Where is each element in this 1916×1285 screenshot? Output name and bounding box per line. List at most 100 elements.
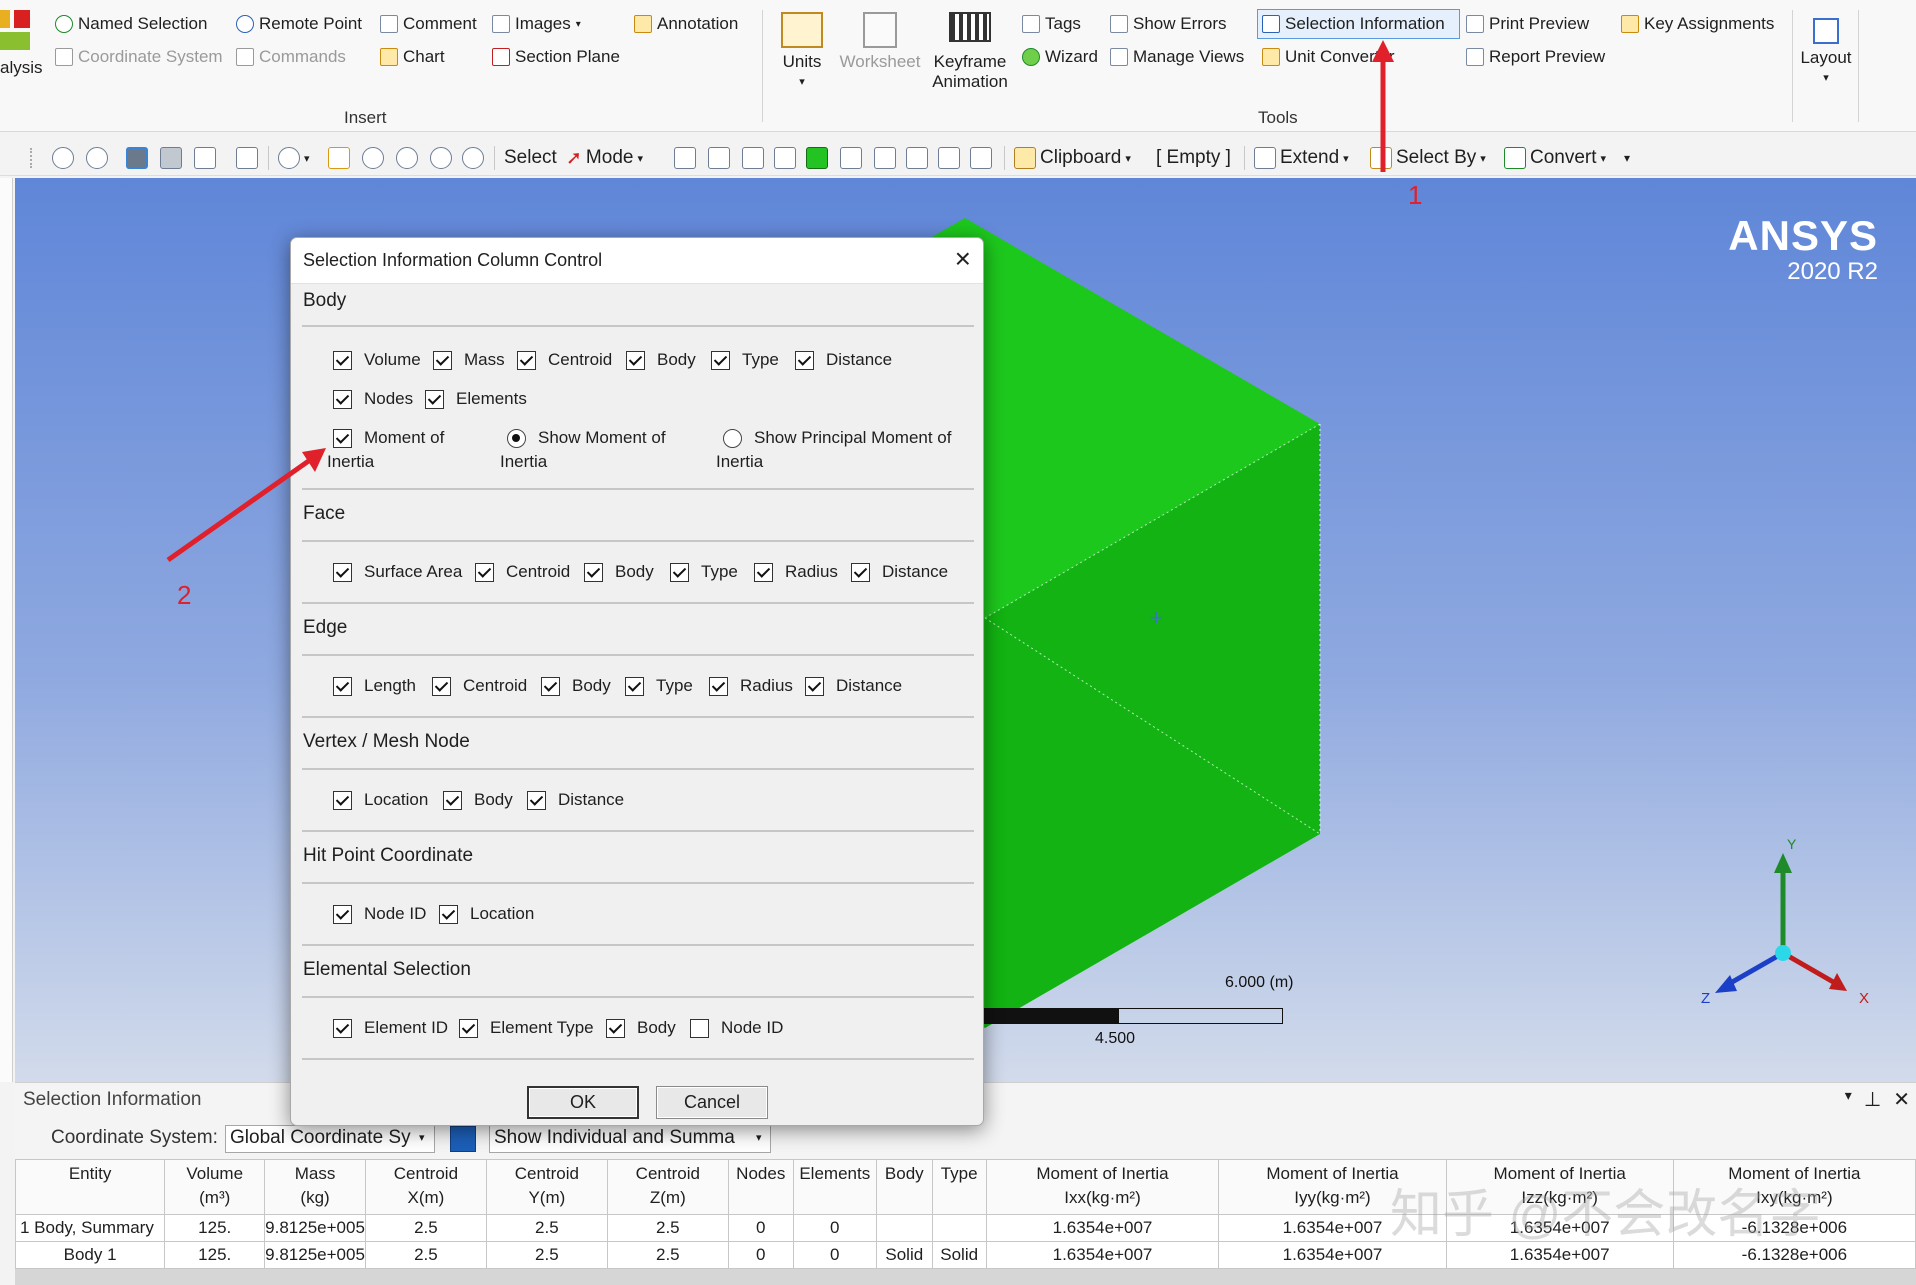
checkbox-body-body[interactable]: Body <box>626 350 696 370</box>
toolbar-overflow[interactable]: ▾ <box>1624 140 1630 176</box>
checkbox-face-radius[interactable]: Radius <box>754 562 838 582</box>
column-header[interactable]: Mass (kg) <box>264 1159 366 1215</box>
checkbox-checked[interactable] <box>333 904 352 924</box>
view-options-tool[interactable] <box>194 140 216 176</box>
checkbox-checked[interactable] <box>795 350 814 370</box>
checkbox-face-surface-area[interactable]: Surface Area <box>333 562 462 582</box>
table-row[interactable]: Body 1 125. 9.8125e+005 2.5 2.5 2.5 0 0 … <box>14 1241 1916 1269</box>
column-header[interactable]: Body <box>875 1159 933 1215</box>
select-element-tool[interactable] <box>906 140 928 176</box>
extend-button[interactable]: Extend ▾ <box>1254 140 1349 176</box>
column-header[interactable]: Entity <box>14 1159 166 1215</box>
column-header[interactable]: Type <box>931 1159 987 1215</box>
checkbox-element-body[interactable]: Body <box>606 1018 676 1038</box>
select-vertex-tool[interactable] <box>674 140 696 176</box>
rotate-tool[interactable]: ▾ <box>278 140 310 176</box>
checkbox-body-mass[interactable]: Mass <box>433 350 505 370</box>
select-edge-tool[interactable] <box>708 140 730 176</box>
zoom-tool[interactable] <box>362 140 384 176</box>
column-header[interactable]: Moment of Inertia Ixy(kg·m²) <box>1672 1159 1916 1215</box>
checkbox-face-type[interactable]: Type <box>670 562 738 582</box>
checkbox-hit-node-id[interactable]: Node ID <box>333 904 426 924</box>
radio-show-moment-of-inertia[interactable]: Show Moment of <box>507 428 666 448</box>
select-element-face-tool[interactable] <box>874 140 896 176</box>
units-button[interactable]: Units ▾ <box>775 12 829 92</box>
select-node-tool[interactable] <box>840 140 862 176</box>
coordinate-select-tool[interactable] <box>970 140 992 176</box>
column-header[interactable]: Volume (m³) <box>164 1159 266 1215</box>
checkbox-checked[interactable] <box>541 676 560 696</box>
tags-button[interactable]: Tags <box>1022 12 1081 36</box>
checkbox-checked[interactable] <box>475 562 494 582</box>
checkbox-checked[interactable] <box>333 428 352 448</box>
checkbox-checked[interactable] <box>670 562 689 582</box>
checkbox-checked[interactable] <box>517 350 536 370</box>
selection-information-button[interactable]: Selection Information <box>1262 12 1445 36</box>
close-icon[interactable]: × <box>955 244 971 274</box>
column-header[interactable]: Centroid Y(m) <box>485 1159 608 1215</box>
checkbox-checked[interactable] <box>459 1018 478 1038</box>
pin-icon[interactable]: ⊥ <box>1864 1087 1881 1112</box>
checkbox-edge-body[interactable]: Body <box>541 676 611 696</box>
checkbox-element-id[interactable]: Element ID <box>333 1018 448 1038</box>
images-button[interactable]: Images ▾ <box>492 12 581 36</box>
checkbox-body-moment-of-inertia[interactable]: Moment of <box>333 428 444 448</box>
horizontal-scrollbar[interactable] <box>15 1269 1916 1285</box>
checkbox-checked[interactable] <box>333 676 352 696</box>
checkbox-checked[interactable] <box>527 790 546 810</box>
cancel-button[interactable]: Cancel <box>656 1086 768 1119</box>
column-header[interactable]: Centroid Z(m) <box>606 1159 729 1215</box>
checkbox-checked[interactable] <box>584 562 603 582</box>
checkbox-body-nodes[interactable]: Nodes <box>333 389 413 409</box>
checkbox-checked[interactable] <box>711 350 730 370</box>
select-face-tool[interactable] <box>742 140 764 176</box>
checkbox-checked[interactable] <box>433 350 452 370</box>
checkbox-body-volume[interactable]: Volume <box>333 350 421 370</box>
checkbox-face-centroid[interactable]: Centroid <box>475 562 570 582</box>
show-summary-toggle[interactable] <box>450 1126 476 1152</box>
ok-button[interactable]: OK <box>527 1086 639 1119</box>
checkbox-face-distance[interactable]: Distance <box>851 562 948 582</box>
checkbox-element-type[interactable]: Element Type <box>459 1018 594 1038</box>
checkbox-checked[interactable] <box>443 790 462 810</box>
checkbox-checked[interactable] <box>851 562 870 582</box>
wizard-button[interactable]: Wizard <box>1022 45 1098 69</box>
checkbox-checked[interactable] <box>625 676 644 696</box>
checkbox-checked[interactable] <box>333 562 352 582</box>
solid-view-tool[interactable] <box>126 140 148 176</box>
checkbox-edge-centroid[interactable]: Centroid <box>432 676 527 696</box>
convert-button[interactable]: Convert ▾ <box>1504 140 1606 176</box>
select-face-alt-tool[interactable] <box>774 140 796 176</box>
checkbox-edge-radius[interactable]: Radius <box>709 676 793 696</box>
checkbox-edge-length[interactable]: Length <box>333 676 416 696</box>
zoom-out-tool[interactable] <box>86 140 108 176</box>
select-mode-button[interactable]: ➚ Mode ▾ <box>566 140 643 176</box>
checkbox-edge-distance[interactable]: Distance <box>805 676 902 696</box>
column-header[interactable]: Moment of Inertia Iyy(kg·m²) <box>1218 1159 1447 1215</box>
section-plane-button[interactable]: Section Plane <box>492 45 620 69</box>
checkbox-checked[interactable] <box>333 790 352 810</box>
zoom-fit-tool[interactable] <box>430 140 452 176</box>
unit-converter-button[interactable]: Unit Converter <box>1262 45 1395 69</box>
magnifier-tool[interactable] <box>462 140 484 176</box>
column-header[interactable]: Moment of Inertia Izz(kg·m²) <box>1445 1159 1674 1215</box>
manage-views-button[interactable]: Manage Views <box>1110 45 1244 69</box>
checkbox-unchecked[interactable] <box>690 1018 709 1038</box>
show-errors-button[interactable]: Show Errors <box>1110 12 1227 36</box>
select-by-button[interactable]: Select By ▾ <box>1370 140 1486 176</box>
checkbox-vertex-location[interactable]: Location <box>333 790 428 810</box>
analysis-label[interactable]: alysis <box>0 56 43 80</box>
coordinate-system-select[interactable]: Global Coordinate Sy <box>225 1125 435 1153</box>
display-mode-dropdown-icon[interactable]: ▾ <box>756 1131 762 1144</box>
radio-selected[interactable] <box>507 428 526 448</box>
panel-menu-icon[interactable]: ▾ <box>1845 1087 1852 1112</box>
layout-button[interactable]: Layout ▾ <box>1796 18 1856 88</box>
display-mode-select[interactable]: Show Individual and Summa <box>489 1125 771 1153</box>
clipboard-button[interactable]: Clipboard ▾ <box>1014 140 1131 176</box>
column-header[interactable]: Elements <box>792 1159 877 1215</box>
chart-button[interactable]: Chart <box>380 45 445 69</box>
pan-tool[interactable] <box>328 140 350 176</box>
annotation-button[interactable]: Annotation <box>634 12 738 36</box>
checkbox-checked[interactable] <box>425 389 444 409</box>
coordinate-system-button[interactable]: Coordinate System <box>55 45 223 69</box>
